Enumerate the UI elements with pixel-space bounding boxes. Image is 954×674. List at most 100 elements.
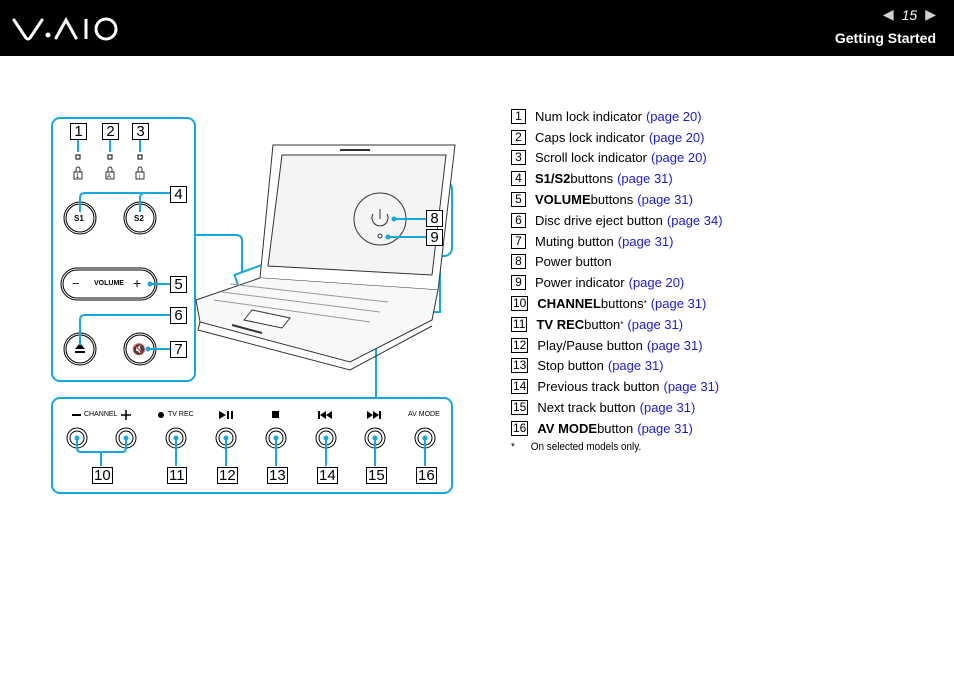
footnote-text: On selected models only. (530, 440, 642, 453)
component-legend: 1 Num lock indicator (page 20) 2 Caps lock i… (511, 106, 723, 453)
svg-text:A: A (107, 174, 111, 180)
footnote-marker: * (511, 440, 515, 453)
legend-text: Stop button (537, 358, 604, 374)
legend-item: 14 Previous track button (page 31) (511, 376, 723, 397)
callout-7: 7 (170, 341, 187, 358)
legend-text: Disc drive eject button (535, 212, 663, 228)
diagram-lines: 1 A ↕ 🔇 (51, 117, 456, 494)
mute-icon: 🔇 (132, 343, 146, 356)
legend-text: Next track button (537, 400, 636, 416)
legend-text: Power button (535, 254, 612, 270)
page-link[interactable]: (page 31) (627, 317, 683, 332)
legend-text: buttons (600, 296, 644, 312)
page-link[interactable]: (page 31) (617, 171, 673, 186)
page-link[interactable]: (page 31) (647, 338, 703, 353)
legend-text: button (597, 420, 634, 436)
page-link[interactable]: (page 20) (651, 150, 707, 165)
legend-text: Power indicator (535, 275, 625, 291)
callout-6: 6 (170, 307, 187, 324)
laptop-diagram: 1 A ↕ 🔇 S1 S2 − VOLUME + CHANNEL TV REC … (0, 0, 954, 674)
play-pause-icon (219, 411, 233, 419)
legend-text: Play/Pause button (537, 337, 643, 353)
footnote: * On selected models only. (511, 441, 701, 453)
legend-number: 8 (511, 254, 526, 270)
s1-label: S1 (74, 214, 84, 223)
legend-number: 16 (511, 420, 529, 436)
page-link[interactable]: (page 20) (629, 275, 685, 290)
legend-number: 6 (511, 212, 526, 228)
tv-rec-label: TV REC (168, 411, 194, 418)
page-link[interactable]: (page 31) (651, 296, 707, 311)
volume-label: VOLUME (94, 280, 124, 287)
callout-4: 4 (170, 186, 187, 203)
page-link[interactable]: (page 31) (637, 421, 693, 436)
channel-plus-icon (121, 410, 131, 420)
callout-12: 12 (217, 467, 238, 484)
previous-track-icon (318, 411, 332, 419)
laptop-illustration (195, 144, 456, 371)
legend-footnote-mark: * (620, 319, 624, 329)
legend-text: Scroll lock indicator (535, 150, 647, 166)
legend-text: Previous track button (537, 379, 660, 395)
volume-minus-label: − (72, 276, 80, 291)
callout-13: 13 (267, 467, 288, 484)
legend-text: buttons (590, 192, 634, 208)
legend-item: 9 Power indicator (page 20) (511, 272, 723, 293)
legend-item: 16 AV MODE button (page 31) (511, 418, 723, 439)
page-link[interactable]: (page 31) (663, 379, 719, 394)
next-track-icon (367, 411, 381, 419)
legend-bold-text: AV MODE (537, 420, 598, 436)
legend-number: 5 (511, 192, 526, 208)
page-link[interactable]: (page 20) (649, 130, 705, 145)
legend-item: 12 Play/Pause button (page 31) (511, 335, 723, 356)
legend-number: 2 (511, 129, 526, 145)
legend-item: 3 Scroll lock indicator (page 20) (511, 148, 723, 169)
num-lock-led (75, 154, 81, 160)
callout-16: 16 (416, 467, 437, 484)
callout-11: 11 (167, 467, 187, 484)
bottom-buttons (66, 427, 436, 449)
page-link[interactable]: (page 34) (667, 213, 723, 228)
page-link[interactable]: (page 31) (637, 192, 693, 207)
legend-number: 9 (511, 275, 526, 291)
legend-footnote-mark: * (643, 299, 647, 309)
legend-bold-text: S1/S2 (535, 171, 571, 187)
legend-text: Muting button (535, 233, 614, 249)
callout-14: 14 (317, 467, 338, 484)
legend-number: 4 (511, 171, 526, 187)
callout-5: 5 (170, 276, 187, 293)
callout-2: 2 (102, 123, 119, 140)
legend-text: Num lock indicator (535, 108, 642, 124)
legend-item: 15 Next track button (page 31) (511, 397, 723, 418)
legend-item: 8 Power button (511, 252, 723, 273)
legend-item: 2 Caps lock indicator (page 20) (511, 127, 723, 148)
connector-left (195, 234, 243, 272)
volume-plus-label: + (133, 275, 142, 291)
legend-number: 13 (511, 358, 529, 374)
s2-label: S2 (134, 214, 144, 223)
page-link[interactable]: (page 31) (640, 400, 696, 415)
page-link[interactable]: (page 20) (646, 109, 702, 124)
legend-item: 6 Disc drive eject button (page 34) (511, 210, 723, 231)
scroll-lock-led (137, 154, 143, 160)
legend-number: 14 (511, 379, 529, 395)
callout-1: 1 (70, 123, 87, 140)
callout-10: 10 (92, 467, 113, 484)
legend-number: 12 (511, 337, 529, 353)
legend-item: 13 Stop button (page 31) (511, 356, 723, 377)
legend-item: 7 Muting button (page 31) (511, 231, 723, 252)
legend-bold-text: VOLUME (535, 192, 591, 208)
svg-text:↕: ↕ (138, 174, 141, 180)
callout-3: 3 (132, 123, 149, 140)
page-link[interactable]: (page 31) (618, 234, 674, 249)
callout-15: 15 (366, 467, 387, 484)
legend-number: 11 (511, 316, 528, 332)
legend-number: 3 (511, 150, 526, 166)
record-icon (158, 412, 164, 418)
legend-bold-text: TV REC (536, 316, 585, 332)
stop-icon (272, 411, 279, 418)
legend-text: buttons (570, 171, 614, 187)
legend-item: 11 TV REC button * (page 31) (511, 314, 723, 335)
page-link[interactable]: (page 31) (608, 358, 664, 373)
legend-text: button (584, 316, 621, 332)
